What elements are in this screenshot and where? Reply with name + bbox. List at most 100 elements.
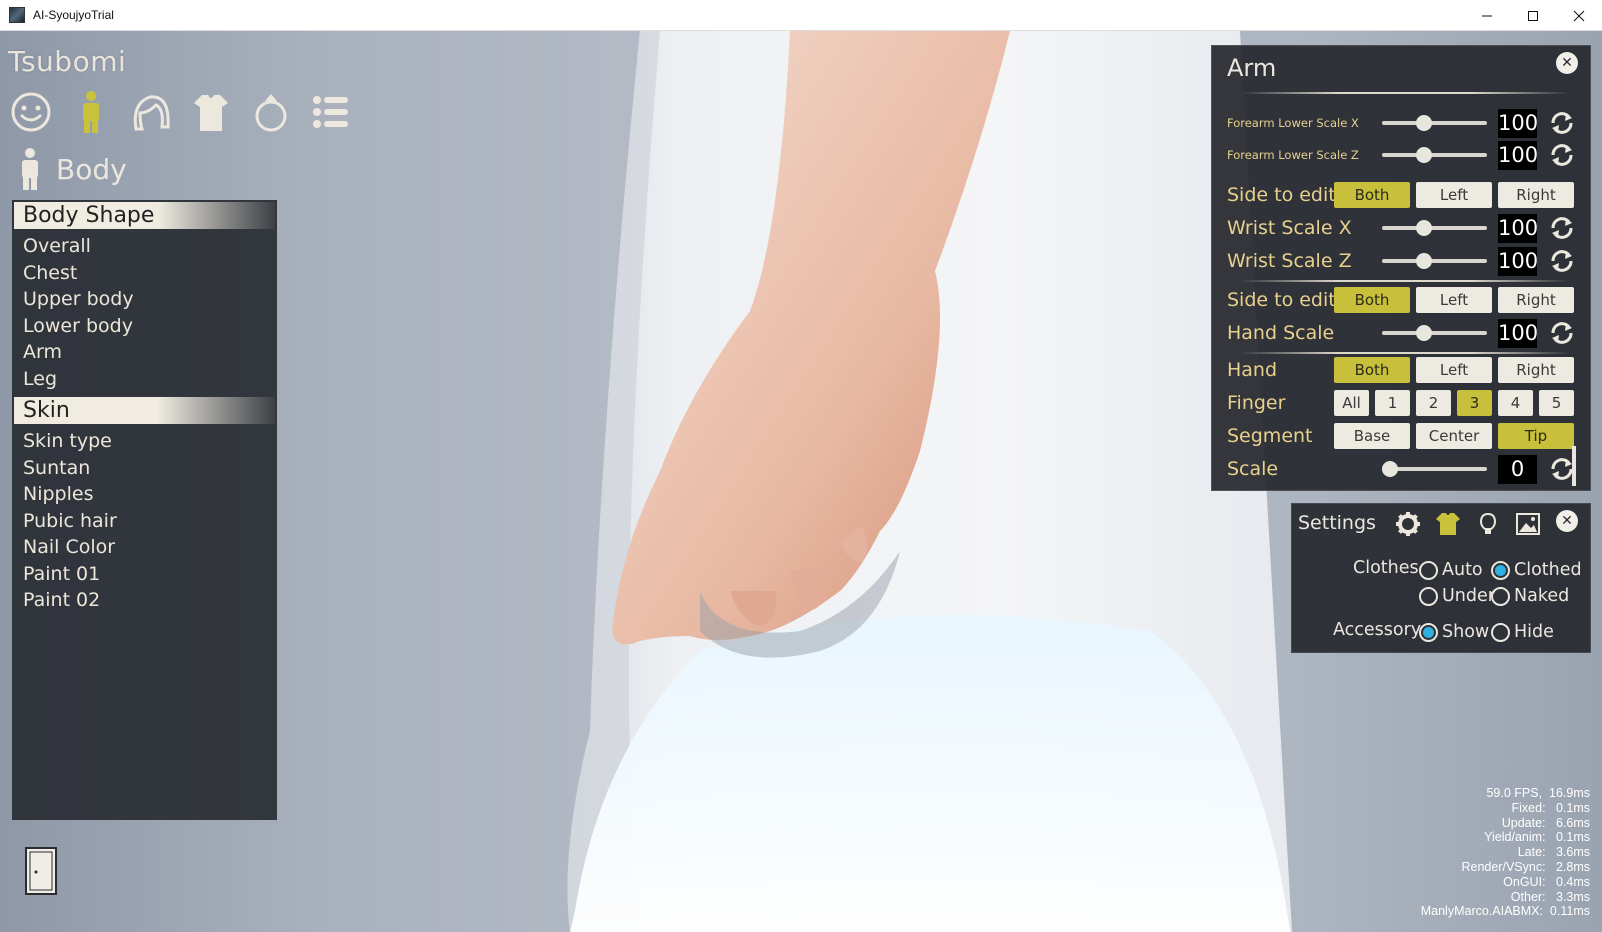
clothes-auto-label: Auto (1442, 560, 1483, 580)
menu-item-paint-01[interactable]: Paint 01 (12, 561, 277, 588)
menu-item-nail-color[interactable]: Nail Color (12, 534, 277, 561)
forearm-lower-scale-z-value[interactable]: 100 (1498, 140, 1538, 170)
stats-other: Other: 3.3ms (1510, 889, 1590, 904)
settings-icons (1394, 510, 1542, 538)
stats-render-vsync: Render/VSync: 2.8ms (1461, 859, 1590, 874)
menu-item-nipples[interactable]: Nipples (12, 481, 277, 508)
clothes-naked-radio[interactable]: Naked (1491, 586, 1569, 606)
arm-panel-scrollbar[interactable] (1572, 446, 1576, 486)
finger-4-button[interactable]: 4 (1498, 390, 1533, 416)
reset-button[interactable] (1547, 215, 1577, 241)
close-window-button[interactable] (1556, 0, 1602, 31)
menu-item-overall[interactable]: Overall (12, 233, 277, 260)
accessory-show-radio[interactable]: Show (1419, 622, 1489, 642)
hand-scale-row: Hand Scale 100 (1227, 318, 1582, 348)
menu-item-chest[interactable]: Chest (12, 260, 277, 287)
minimize-button[interactable] (1464, 0, 1510, 31)
segment-label: Segment (1227, 425, 1313, 447)
stats-update: Update: 6.6ms (1501, 815, 1590, 830)
wrist-scale-z-slider[interactable] (1382, 253, 1487, 269)
forearm-lower-scale-x-value[interactable]: 100 (1498, 108, 1538, 138)
finger-scale-slider[interactable] (1382, 461, 1487, 477)
forearm-lower-scale-z-slider[interactable] (1382, 147, 1487, 163)
hand-right-button[interactable]: Right (1498, 357, 1574, 383)
wrist-scale-x-slider[interactable] (1382, 220, 1487, 236)
maximize-button[interactable] (1510, 0, 1556, 31)
finger-scale-row: Scale 0 (1227, 454, 1582, 484)
segment-tip-button[interactable]: Tip (1498, 423, 1574, 449)
window-titlebar: AI-SyoujyoTrial (0, 0, 1602, 31)
hand-both-button[interactable]: Both (1334, 357, 1410, 383)
stats-fixed: Fixed: 0.1ms (1511, 800, 1591, 815)
hair-icon[interactable] (130, 89, 172, 135)
menu-item-lower-body[interactable]: Lower body (12, 313, 277, 340)
exit-button[interactable] (24, 846, 58, 896)
reset-button[interactable] (1547, 248, 1577, 274)
side-to-edit-label: Side to edit (1227, 289, 1336, 311)
accessory-label: Accessory (1333, 620, 1422, 640)
light-icon[interactable] (1474, 510, 1502, 538)
finger-3-button[interactable]: 3 (1457, 390, 1492, 416)
settings-close-button[interactable]: ✕ (1556, 510, 1578, 532)
finger-all-button[interactable]: All (1334, 390, 1369, 416)
menu-item-arm[interactable]: Arm (12, 339, 277, 366)
menu-item-upper-body[interactable]: Upper body (12, 286, 277, 313)
segment-toggle: Base Center Tip (1334, 423, 1574, 449)
menu-header-body-shape[interactable]: Body Shape (14, 202, 275, 229)
clothes-auto-radio[interactable]: Auto (1419, 560, 1483, 580)
finger-5-button[interactable]: 5 (1539, 390, 1574, 416)
reset-button[interactable] (1547, 320, 1577, 346)
wrist-scale-z-label: Wrist Scale Z (1227, 250, 1352, 272)
side-left-button[interactable]: Left (1416, 287, 1492, 313)
clothes-icon[interactable] (190, 89, 232, 135)
reset-button[interactable] (1547, 142, 1577, 168)
minimize-icon (1482, 15, 1492, 16)
forearm-lower-scale-x-label: Forearm Lower Scale X (1227, 116, 1359, 130)
forearm-lower-scale-x-row: Forearm Lower Scale X 100 (1227, 108, 1582, 138)
side-both-button[interactable]: Both (1334, 182, 1410, 208)
menu-item-skin-type[interactable]: Skin type (12, 428, 277, 455)
side-right-button[interactable]: Right (1498, 287, 1574, 313)
clothes-clothed-label: Clothed (1514, 560, 1582, 580)
settings-panel: Settings ✕ Clothes Auto Clothed Under Na… (1291, 503, 1591, 653)
stats-fps: 59.0 FPS, 16.9ms (1486, 786, 1590, 800)
segment-base-button[interactable]: Base (1334, 423, 1410, 449)
side-left-button[interactable]: Left (1416, 182, 1492, 208)
menu-item-suntan[interactable]: Suntan (12, 455, 277, 482)
clothes-icon[interactable] (1434, 510, 1462, 538)
finger-1-button[interactable]: 1 (1375, 390, 1410, 416)
menu-item-paint-02[interactable]: Paint 02 (12, 587, 277, 614)
side-both-button[interactable]: Both (1334, 287, 1410, 313)
hand-row: Hand Both Left Right (1227, 355, 1582, 385)
finger-toggle: All 1 2 3 4 5 (1334, 390, 1574, 416)
side-to-edit-toggle: Both Left Right (1334, 182, 1574, 208)
reset-button[interactable] (1547, 110, 1577, 136)
face-icon[interactable] (10, 89, 52, 135)
arm-panel-close-button[interactable]: ✕ (1556, 52, 1578, 74)
finger-scale-value[interactable]: 0 (1498, 454, 1537, 484)
finger-2-button[interactable]: 2 (1416, 390, 1451, 416)
menu-item-leg[interactable]: Leg (12, 366, 277, 393)
background-icon[interactable] (1514, 510, 1542, 538)
wrist-scale-z-value[interactable]: 100 (1498, 246, 1538, 276)
forearm-lower-scale-x-slider[interactable] (1382, 115, 1487, 131)
accessory-hide-radio[interactable]: Hide (1491, 622, 1554, 642)
hand-scale-value[interactable]: 100 (1498, 318, 1538, 348)
clothes-clothed-radio[interactable]: Clothed (1491, 560, 1582, 580)
menu-item-pubic-hair[interactable]: Pubic hair (12, 508, 277, 535)
segment-center-button[interactable]: Center (1416, 423, 1492, 449)
menu-header-skin[interactable]: Skin (14, 397, 275, 424)
stats-ongui: OnGUI: 0.4ms (1503, 874, 1590, 889)
clothes-under-radio[interactable]: Under (1419, 586, 1495, 606)
wrist-scale-x-value[interactable]: 100 (1498, 213, 1538, 243)
hand-scale-slider[interactable] (1382, 325, 1487, 341)
forearm-lower-scale-z-label: Forearm Lower Scale Z (1227, 148, 1359, 162)
character-name: Tsubomi (8, 45, 127, 78)
hand-left-button[interactable]: Left (1416, 357, 1492, 383)
body-icon[interactable] (70, 89, 112, 135)
list-icon[interactable] (310, 89, 352, 135)
gear-icon[interactable] (1394, 510, 1422, 538)
section-title: Body (16, 146, 127, 192)
accessory-icon[interactable] (250, 89, 292, 135)
side-right-button[interactable]: Right (1498, 182, 1574, 208)
